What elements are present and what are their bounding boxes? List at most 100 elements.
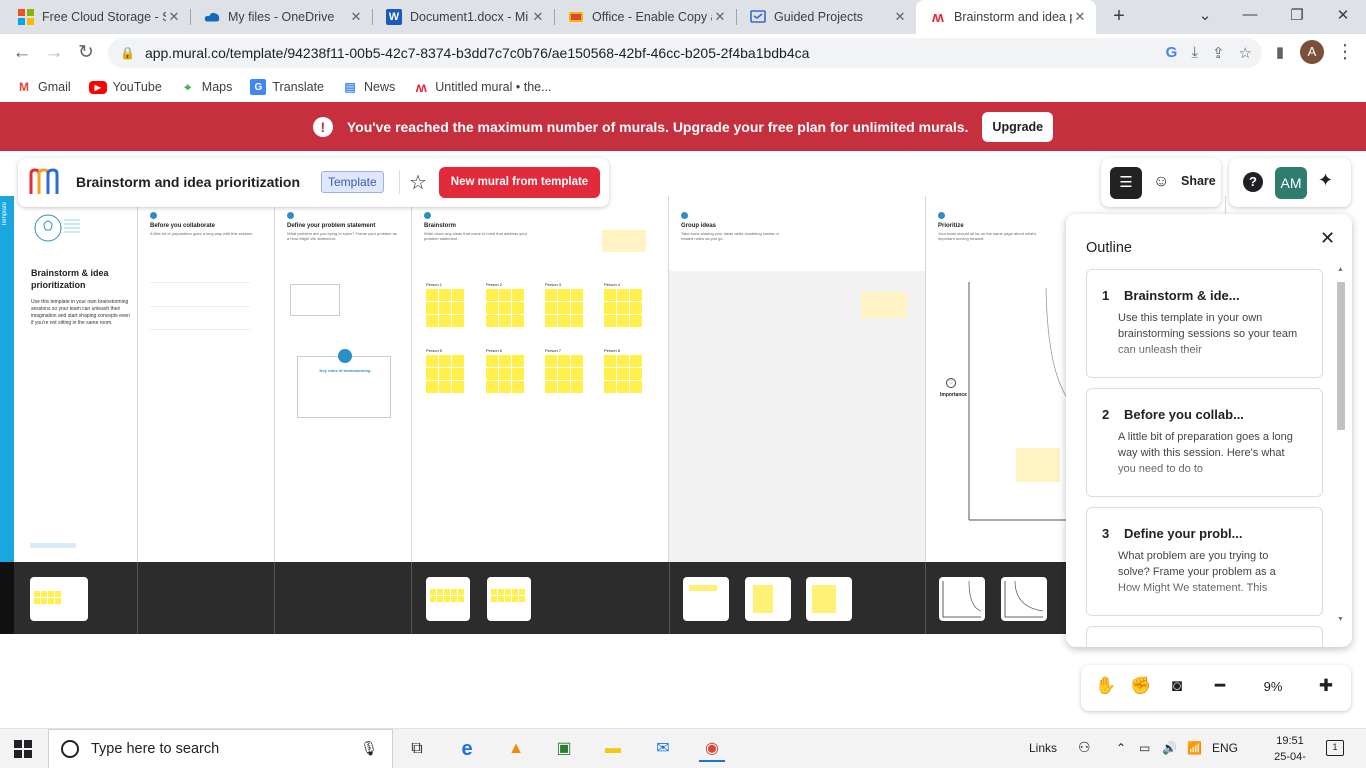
install-icon[interactable]: ⤓ [1191, 44, 1198, 62]
volume-icon[interactable]: 🔊 [1162, 741, 1177, 755]
help-icon[interactable]: ? [1243, 172, 1263, 192]
new-tab-button[interactable]: + [1108, 5, 1130, 27]
back-button[interactable]: ← [10, 41, 34, 65]
wifi-icon[interactable]: 📶 [1187, 741, 1202, 755]
microphone-icon[interactable]: 🎙 [360, 740, 378, 757]
tip-sticky-note[interactable] [602, 230, 646, 252]
maximize-button[interactable]: ❐ [1287, 6, 1307, 24]
share-button[interactable]: Share [1181, 174, 1216, 188]
side-panel-icon[interactable]: ▮ [1268, 41, 1292, 65]
close-icon[interactable]: ✕ [530, 9, 546, 25]
add-person-icon[interactable]: ☺ [1153, 173, 1169, 191]
bookmark-gmail[interactable]: M Gmail [16, 79, 71, 95]
close-icon[interactable]: ✕ [166, 9, 182, 25]
sticky-grid[interactable] [486, 289, 524, 327]
thumbnail-brainstorm-1[interactable] [426, 577, 470, 621]
language-indicator[interactable]: ENG [1212, 741, 1238, 755]
close-icon[interactable]: ✕ [1072, 9, 1088, 25]
edge-icon[interactable]: e [454, 736, 480, 762]
sticky-grid[interactable] [486, 355, 524, 393]
sticky-grid[interactable] [545, 289, 583, 327]
favorite-star-icon[interactable]: ☆ [409, 170, 427, 195]
tip-sticky-note[interactable] [861, 292, 907, 318]
profile-avatar[interactable]: A [1300, 40, 1324, 64]
mural-title[interactable]: Brainstorm and idea prioritization [76, 174, 300, 190]
minimize-button[interactable]: — [1240, 6, 1260, 23]
outline-item-1[interactable]: 1 Brainstorm & ide... Use this template … [1086, 269, 1323, 378]
new-mural-from-template-button[interactable]: New mural from template [439, 167, 600, 198]
zoom-out-button[interactable]: ━ [1208, 676, 1232, 696]
share-page-icon[interactable]: ⇪ [1212, 44, 1225, 62]
key-rules-card[interactable]: Key rules of brainstorming [297, 349, 391, 418]
upgrade-button[interactable]: Upgrade [982, 111, 1054, 142]
system-clock[interactable]: 19:51 25-04-2023 [1262, 733, 1318, 768]
task-view-icon[interactable]: ⧉ [404, 736, 430, 762]
section-group-ideas[interactable]: Group ideas Take turns sharing your idea… [669, 196, 926, 562]
scrollbar-thumb[interactable] [1337, 282, 1345, 430]
window-close-button[interactable]: ✕ [1333, 6, 1353, 24]
thumbnail-group-3[interactable] [806, 577, 852, 621]
tab-word[interactable]: W Document1.docx - Mi ✕ [372, 0, 554, 34]
close-icon[interactable]: ✕ [712, 9, 728, 25]
thumbnail-group-2[interactable] [745, 577, 791, 621]
bookmark-youtube[interactable]: ▶ YouTube [88, 80, 162, 94]
battery-icon[interactable]: ▭ [1139, 741, 1150, 755]
outline-item-4[interactable] [1086, 626, 1323, 647]
close-icon[interactable]: ✕ [892, 9, 908, 25]
outline-toggle-icon[interactable]: ☰ [1110, 167, 1142, 199]
google-lens-icon[interactable]: G [1166, 44, 1178, 62]
outline-item-2[interactable]: 2 Before you collab... A little bit of p… [1086, 388, 1323, 497]
close-icon[interactable]: ✕ [348, 9, 364, 25]
section-before-you-collaborate[interactable]: Before you collaborate A little bit of p… [138, 196, 275, 562]
thumbnail-prioritize-2[interactable] [1001, 577, 1047, 621]
tab-guided-projects[interactable]: Guided Projects ✕ [736, 0, 916, 34]
tab-search-chevron-icon[interactable]: ⌄ [1195, 6, 1215, 24]
bookmark-star-icon[interactable]: ☆ [1239, 44, 1252, 62]
bookmark-translate[interactable]: G Translate [250, 79, 324, 95]
reload-button[interactable]: ↻ [74, 41, 98, 65]
zoom-level[interactable]: 9% [1261, 679, 1285, 694]
sticky-grid[interactable] [545, 355, 583, 393]
mail-icon[interactable]: ✉ [650, 736, 676, 762]
windows-start-icon[interactable] [14, 740, 32, 758]
tab-google-drive[interactable]: Free Cloud Storage - S ✕ [4, 0, 190, 34]
ai-sparkle-icon[interactable]: ✦ [1318, 170, 1333, 191]
problem-statement-card[interactable] [290, 284, 340, 316]
intro-section[interactable]: Brainstorm & idea prioritization Use thi… [14, 196, 138, 562]
taskbar-search[interactable]: Type here to search 🎙 [48, 729, 393, 768]
notifications-icon[interactable]: 1 [1326, 740, 1344, 756]
bookmark-untitled-mural[interactable]: ʍ Untitled mural • the... [413, 79, 552, 95]
scroll-down-arrow-icon[interactable]: ▼ [1337, 616, 1344, 623]
thumbnail-brainstorm-2[interactable] [487, 577, 531, 621]
sticky-grid[interactable] [604, 355, 642, 393]
people-icon[interactable]: ⚇ [1078, 739, 1091, 756]
forward-button[interactable]: → [42, 41, 66, 65]
tip-sticky-note[interactable] [1016, 448, 1060, 482]
scroll-up-arrow-icon[interactable]: ▲ [1337, 266, 1344, 273]
hand-tool-icon[interactable]: ✋ [1094, 676, 1118, 696]
tab-onedrive[interactable]: My files - OneDrive ✕ [190, 0, 372, 34]
gesture-icon[interactable]: ✊ [1129, 676, 1153, 696]
bookmark-news[interactable]: ▤ News [342, 79, 395, 95]
vlc-icon[interactable]: ▲ [503, 736, 529, 762]
thumbnail-group-1[interactable] [683, 577, 729, 621]
mural-logo-icon[interactable] [28, 168, 60, 196]
links-toolbar[interactable]: Links [1029, 741, 1057, 755]
facilitator-mode-icon[interactable]: ◙ [1165, 676, 1189, 696]
chrome-icon[interactable]: ◉ [699, 736, 725, 762]
file-explorer-icon[interactable]: ▬ [600, 736, 626, 762]
user-avatar[interactable]: AM [1275, 167, 1307, 199]
thumbnail-intro[interactable] [30, 577, 88, 621]
tray-chevron-icon[interactable]: ⌃ [1116, 741, 1126, 755]
lock-icon[interactable]: 🔒 [120, 46, 135, 60]
tab-office[interactable]: Office - Enable Copy a ✕ [554, 0, 736, 34]
section-brainstorm[interactable]: Brainstorm Write down any ideas that com… [412, 196, 669, 562]
address-bar[interactable]: 🔒 app.mural.co/template/94238f11-00b5-42… [108, 38, 1262, 68]
bookmark-maps[interactable]: ⌖ Maps [180, 79, 232, 95]
outline-scrollbar[interactable]: ▲ ▼ [1335, 266, 1347, 636]
chrome-menu-icon[interactable]: ⋮ [1333, 41, 1357, 65]
thumbnail-prioritize-1[interactable] [939, 577, 985, 621]
close-outline-icon[interactable]: ✕ [1320, 228, 1335, 249]
outline-item-3[interactable]: 3 Define your probl... What problem are … [1086, 507, 1323, 616]
zoom-in-button[interactable]: ✚ [1314, 676, 1338, 696]
